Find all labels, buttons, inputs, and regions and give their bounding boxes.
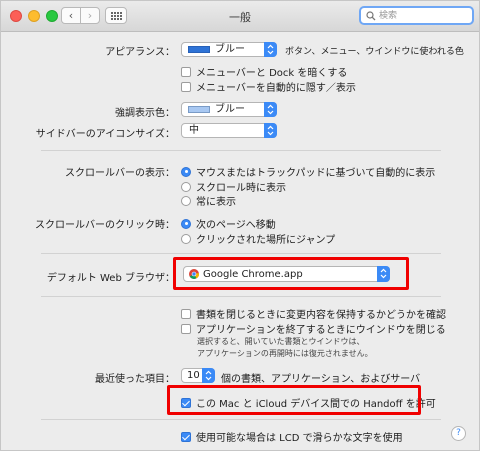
- note-line-2: アプリケーションの再開時には復元されません。: [197, 349, 373, 358]
- lcd-smoothing-label: 使用可能な場合は LCD で滑らかな文字を使用: [196, 433, 403, 444]
- checkbox-box: [181, 308, 191, 319]
- close-windows-checkbox[interactable]: アプリケーションを終了するときにウインドウを閉じる: [181, 321, 446, 336]
- dark-menu-label: メニューバーと Dock を暗くする: [196, 68, 348, 79]
- recent-items-label: 最近使った項目：: [95, 374, 175, 385]
- lcd-smoothing-checkbox[interactable]: 使用可能な場合は LCD で滑らかな文字を使用: [181, 429, 403, 444]
- checkbox-box: [181, 81, 191, 92]
- browser-highlight-box: [173, 257, 409, 290]
- scrollbars-when-scrolling-radio[interactable]: スクロール時に表示: [181, 179, 286, 194]
- color-swatch: [188, 106, 210, 113]
- radio-dot: [181, 233, 191, 244]
- appearance-popup[interactable]: ブルー: [181, 42, 277, 57]
- search-field[interactable]: [359, 6, 474, 25]
- ask-keep-changes-checkbox[interactable]: 書類を閉じるときに変更内容を保持するかどうかを確認: [181, 306, 446, 321]
- checkbox-box: [181, 66, 191, 77]
- separator: [41, 150, 441, 151]
- checkbox-box: [181, 323, 191, 334]
- appearance-hint: ボタン、メニュー、ウインドウに使われる色: [285, 47, 464, 57]
- sidebar-icon-size-popup[interactable]: 中: [181, 123, 277, 138]
- radio-dot: [181, 195, 191, 206]
- popup-arrows-icon: [264, 123, 277, 138]
- checkbox-box: [181, 431, 191, 442]
- scrollbars-when-scrolling-label: スクロール時に表示: [196, 183, 286, 194]
- scrollbars-auto-radio[interactable]: マウスまたはトラックパッドに基づいて自動的に表示: [181, 164, 435, 179]
- ask-keep-changes-label: 書類を閉じるときに変更内容を保持するかどうかを確認: [196, 310, 446, 321]
- sidebar-icon-size-value: 中: [189, 125, 199, 136]
- scrollbars-always-radio[interactable]: 常に表示: [181, 193, 236, 208]
- title-bar: ‹ › 一般: [1, 1, 479, 32]
- default-browser-label: デフォルト Web ブラウザ：: [46, 273, 175, 284]
- handoff-highlight-box: [167, 385, 421, 415]
- appearance-value: ブルー: [215, 44, 245, 55]
- help-button[interactable]: ?: [451, 426, 466, 441]
- highlight-color-popup[interactable]: ブルー: [181, 102, 277, 117]
- close-windows-label: アプリケーションを終了するときにウインドウを閉じる: [196, 325, 446, 336]
- appearance-label: アピアランス：: [105, 47, 175, 58]
- jump-to-spot-radio[interactable]: クリックされた場所にジャンプ: [181, 231, 335, 246]
- popup-arrows-icon: [202, 368, 215, 383]
- radio-dot: [181, 181, 191, 192]
- jump-next-page-radio[interactable]: 次のページへ移動: [181, 216, 276, 231]
- jump-next-page-label: 次のページへ移動: [196, 220, 276, 231]
- jump-to-spot-label: クリックされた場所にジャンプ: [196, 235, 336, 246]
- recent-items-popup[interactable]: 10: [181, 368, 215, 383]
- recent-items-value: 10: [187, 370, 200, 381]
- question-mark-icon: ?: [456, 428, 461, 438]
- auto-hide-menu-checkbox[interactable]: メニューバーを自動的に隠す／表示: [181, 79, 356, 94]
- search-input[interactable]: [379, 9, 469, 22]
- scrollbars-auto-label: マウスまたはトラックパッドに基づいて自動的に表示: [196, 168, 436, 179]
- search-icon: [366, 11, 376, 21]
- note-line-1: 選択すると、開いていた書類とウインドウは、: [197, 337, 365, 346]
- preferences-window: ‹ › 一般 アピアランス： ブルー ボタン、メニ: [0, 0, 480, 451]
- radio-dot: [181, 166, 191, 177]
- show-scrollbars-label: スクロールバーの表示：: [65, 168, 175, 179]
- auto-hide-menu-label: メニューバーを自動的に隠す／表示: [196, 83, 356, 94]
- sidebar-icon-size-label: サイドバーのアイコンサイズ：: [35, 129, 175, 140]
- close-windows-note: 選択すると、開いていた書類とウインドウは、 アプリケーションの再開時には復元され…: [197, 336, 373, 360]
- dark-menu-checkbox[interactable]: メニューバーと Dock を暗くする: [181, 64, 347, 79]
- scrollbars-always-label: 常に表示: [196, 197, 236, 208]
- color-swatch: [188, 46, 210, 53]
- separator: [41, 253, 441, 254]
- highlight-color-label: 強調表示色：: [115, 108, 175, 119]
- separator: [41, 419, 441, 420]
- radio-dot: [181, 218, 191, 229]
- separator: [41, 296, 441, 297]
- recent-items-suffix: 個の書類、アプリケーション、およびサーバ: [221, 374, 421, 385]
- popup-arrows-icon: [264, 42, 277, 57]
- scroll-click-label: スクロールバーのクリック時：: [35, 220, 175, 231]
- highlight-color-value: ブルー: [215, 104, 245, 115]
- popup-arrows-icon: [264, 102, 277, 117]
